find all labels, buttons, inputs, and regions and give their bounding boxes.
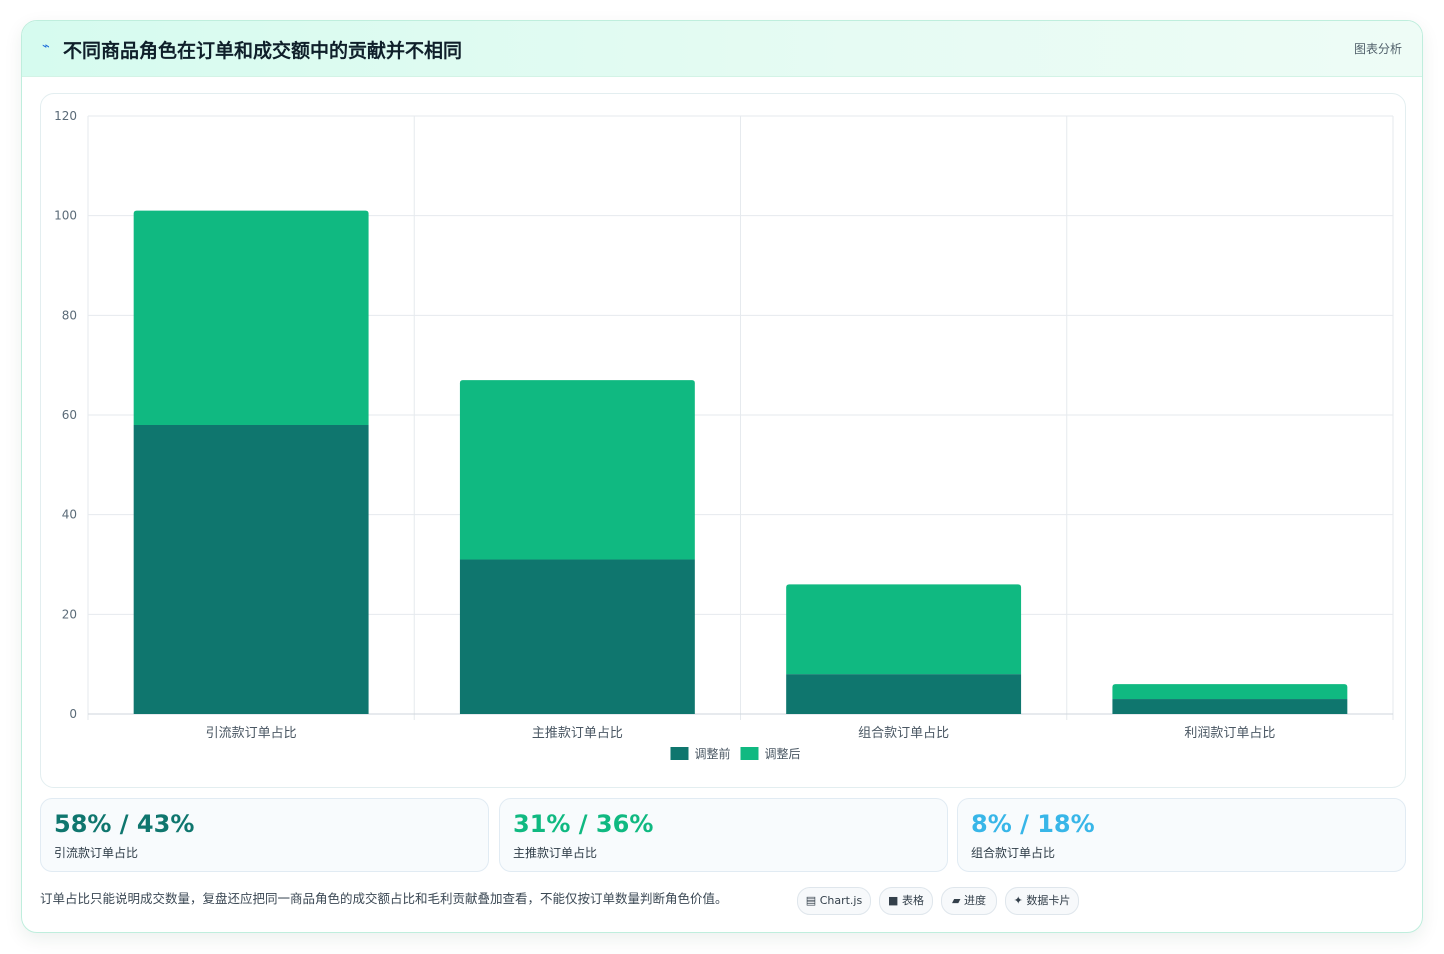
bar-before — [133, 424, 369, 714]
footer-note: 订单占比只能说明成交数量，复盘还应把同一商品角色的成交额占比和毛利贡献叠加查看，… — [40, 891, 728, 906]
stat-card-2: 31% / 36% 主推款订单占比 — [499, 798, 948, 872]
chart-line-icon: ⌁ — [42, 39, 50, 54]
chart-card: ⌁ 不同商品角色在订单和成交额中的贡献并不相同 图表分析 0 20 40 60 80 10… — [21, 20, 1423, 933]
x-tick-label: 引流款订单占比 — [206, 726, 297, 741]
bar-after — [786, 584, 1022, 675]
stat-card-1: 58% / 43% 引流款订单占比 — [40, 798, 489, 872]
stat-value: 58% / 43% — [54, 810, 195, 838]
card-title: 不同商品角色在订单和成交额中的贡献并不相同 — [63, 40, 463, 62]
stat-label: 引流款订单占比 — [54, 846, 139, 860]
y-tick-label: 80 — [62, 308, 77, 322]
stat-card-3: 8% / 18% 组合款订单占比 — [957, 798, 1406, 872]
y-tick-label: 20 — [62, 607, 77, 621]
x-tick-label: 利润款订单占比 — [1184, 726, 1275, 741]
chart-icon: ▤ — [805, 894, 817, 907]
bar-after — [133, 210, 369, 425]
bar-after — [459, 380, 695, 560]
legend-swatch — [670, 747, 689, 760]
pill-label: 进度 — [963, 894, 986, 907]
stat-label: 组合款订单占比 — [971, 846, 1056, 860]
bar-after — [1112, 684, 1348, 700]
pill-label: 数据卡片 — [1026, 894, 1071, 907]
y-tick-label: 100 — [54, 209, 77, 223]
legend-swatch — [740, 747, 759, 760]
y-tick-label: 60 — [62, 408, 77, 422]
pill-label: 表格 — [901, 894, 924, 907]
card-header: ⌁ 不同商品角色在订单和成交额中的贡献并不相同 图表分析 — [22, 21, 1422, 77]
stat-label: 主推款订单占比 — [513, 846, 598, 860]
x-tick-label: 组合款订单占比 — [858, 726, 949, 741]
sparkle-icon: ✦ — [1013, 894, 1023, 907]
y-tick-label: 40 — [62, 508, 77, 522]
pill-chartjs[interactable]: ▤ Chart.js — [797, 887, 871, 915]
stat-value: 31% / 36% — [513, 810, 654, 838]
bar-before — [459, 559, 695, 714]
y-tick-label: 0 — [69, 707, 77, 721]
stacked-bar-chart: 0 20 40 60 80 100 120 引流款订单占比 主推款订单占比 组合款订单占比 利润款订… — [54, 109, 1394, 761]
pill-label: Chart.js — [819, 894, 863, 907]
bar-before — [1112, 699, 1348, 714]
pill-progress[interactable]: ▰ 进度 — [941, 887, 997, 915]
legend-label: 调整后 — [765, 746, 801, 761]
legend-label: 调整前 — [695, 746, 731, 761]
chart-area: 0 20 40 60 80 100 120 引流款订单占比 主推款订单占比 组合款订单占比 利润款订… — [40, 93, 1406, 788]
card-tag: 图表分析 — [1353, 42, 1402, 56]
stat-value: 8% / 18% — [971, 810, 1095, 838]
pill-table[interactable]: ■ 表格 — [879, 887, 933, 915]
y-tick-label: 120 — [54, 109, 77, 123]
bar-before — [786, 674, 1022, 714]
table-icon: ■ — [888, 894, 899, 907]
pill-data-card[interactable]: ✦ 数据卡片 — [1005, 887, 1079, 915]
x-tick-label: 主推款订单占比 — [532, 726, 623, 741]
progress-icon: ▰ — [952, 894, 961, 907]
